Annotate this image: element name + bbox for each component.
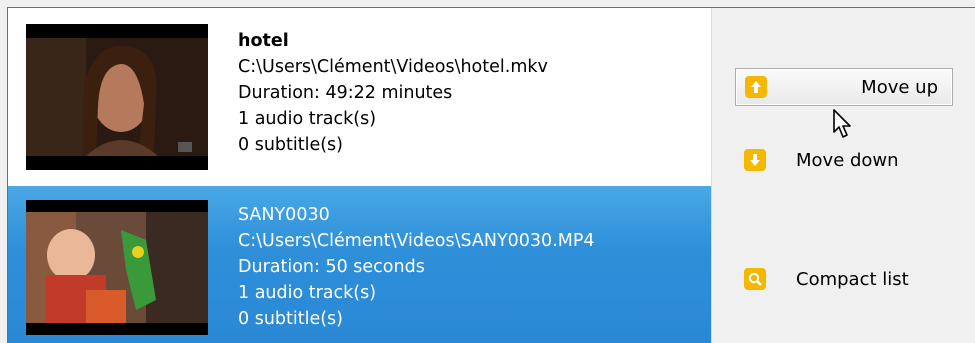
video-subtitles: 0 subtitle(s)	[238, 309, 343, 329]
move-up-label: Move up	[861, 76, 938, 98]
mouse-pointer-icon	[833, 109, 851, 138]
compact-list-label: Compact list	[796, 268, 909, 290]
video-subtitles: 0 subtitle(s)	[238, 135, 343, 155]
video-title: SANY0030	[238, 205, 330, 225]
video-list[interactable]: hotel C:\Users\Clément\Videos\hotel.mkv …	[8, 8, 711, 343]
list-item-selected[interactable]: SANY0030 C:\Users\Clément\Videos\SANY003…	[8, 186, 711, 343]
arrow-up-icon	[745, 76, 767, 98]
video-audio-tracks: 1 audio track(s)	[238, 283, 377, 303]
compact-list-button[interactable]: Compact list	[735, 260, 953, 298]
video-path: C:\Users\Clément\Videos\hotel.mkv	[238, 57, 548, 77]
video-audio-tracks: 1 audio track(s)	[238, 109, 377, 129]
move-down-label: Move down	[796, 149, 899, 171]
video-path: C:\Users\Clément\Videos\SANY0030.MP4	[238, 231, 595, 251]
video-thumbnail	[26, 24, 208, 170]
video-info: SANY0030 C:\Users\Clément\Videos\SANY003…	[238, 202, 595, 332]
list-item[interactable]: hotel C:\Users\Clément\Videos\hotel.mkv …	[8, 8, 711, 186]
arrow-down-icon	[744, 149, 766, 171]
video-thumbnail	[26, 200, 208, 335]
compact-list-icon	[744, 268, 766, 290]
video-title: hotel	[238, 31, 289, 51]
video-list-window: hotel C:\Users\Clément\Videos\hotel.mkv …	[7, 7, 975, 343]
move-up-button[interactable]: Move up	[735, 68, 953, 106]
move-down-button[interactable]: Move down	[735, 141, 953, 179]
action-panel: Move up Move down Compact list	[712, 8, 975, 343]
video-duration: Duration: 49:22 minutes	[238, 83, 453, 103]
video-duration: Duration: 50 seconds	[238, 257, 425, 277]
video-info: hotel C:\Users\Clément\Videos\hotel.mkv …	[238, 28, 548, 158]
